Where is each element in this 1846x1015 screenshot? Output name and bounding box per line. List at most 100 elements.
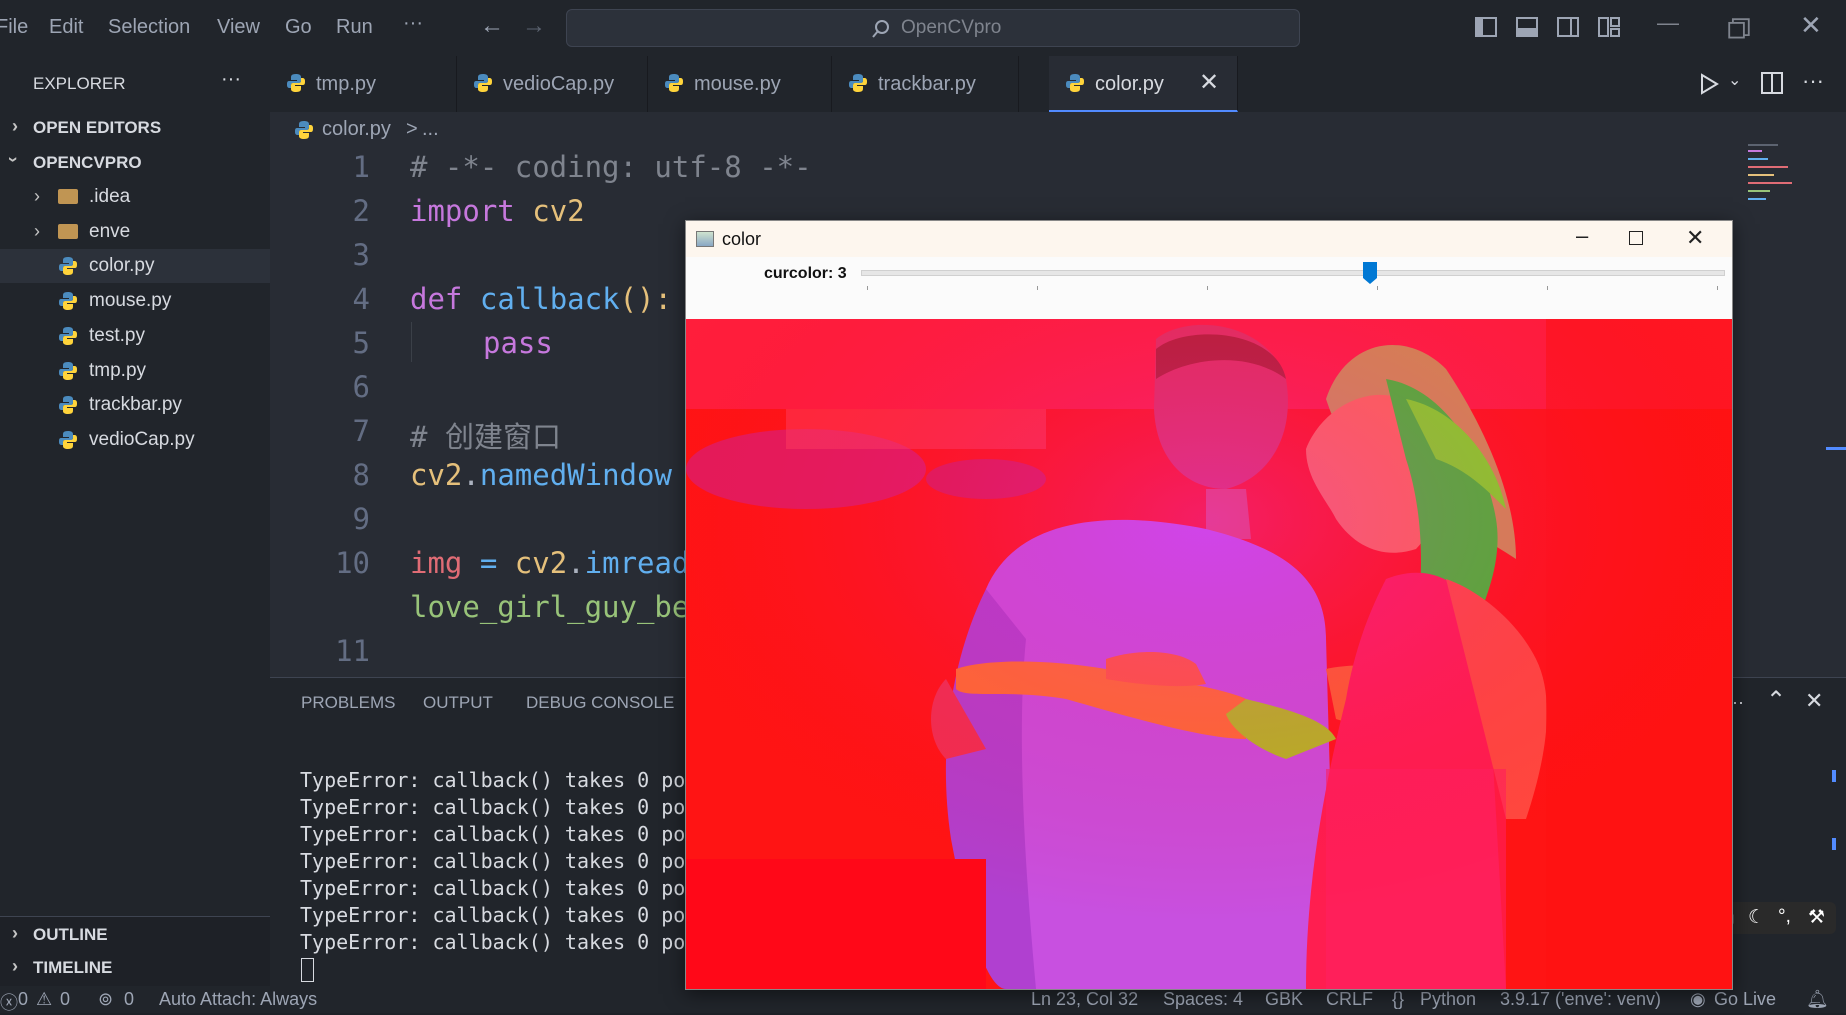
menu-selection[interactable]: Selection	[108, 16, 190, 39]
more-actions-icon[interactable]: ···	[1802, 68, 1824, 94]
opencv-title-bar[interactable]: color – ✕	[686, 221, 1732, 257]
code-token: #	[410, 420, 428, 454]
tab-label: vedioCap.py	[503, 73, 615, 95]
go-live[interactable]: Go Live	[1714, 989, 1776, 1010]
menu-file[interactable]: File	[0, 16, 28, 39]
trackbar-tick	[1547, 286, 1548, 290]
tab-vediocap-py[interactable]: vedioCap.py	[457, 56, 648, 112]
restore-icon[interactable]	[1728, 18, 1750, 40]
chevron-down-icon[interactable]: ⌄	[1728, 70, 1741, 90]
line-number: 9	[352, 502, 370, 536]
tab-output[interactable]: OUTPUT	[423, 693, 493, 713]
menu-edit[interactable]: Edit	[49, 16, 83, 39]
tree-item-label: mouse.py	[89, 290, 172, 311]
tree-item-idea[interactable]: › .idea	[0, 180, 270, 214]
tree-item-vediocap-py[interactable]: vedioCap.py	[0, 423, 270, 457]
forward-arrow-icon[interactable]: →	[522, 12, 546, 40]
code-line-2: import cv2	[410, 194, 585, 228]
project-section[interactable]: › OPENCVPRO	[0, 145, 270, 179]
auto-attach[interactable]: Auto Attach: Always	[159, 989, 317, 1010]
close-window-icon[interactable]: ✕	[1800, 10, 1822, 41]
line-ending[interactable]: CRLF	[1326, 989, 1373, 1010]
indent-guide	[411, 322, 412, 362]
tab-problems[interactable]: PROBLEMS	[301, 693, 395, 713]
minimize-icon[interactable]: —	[1657, 10, 1679, 36]
tab-mouse-py[interactable]: mouse.py	[648, 56, 832, 112]
warning-icon[interactable]: ⚠	[36, 989, 52, 1010]
tree-item-test-py[interactable]: test.py	[0, 319, 270, 353]
cursor-position[interactable]: Ln 23, Col 32	[1031, 989, 1138, 1010]
tree-item-trackbar-py[interactable]: trackbar.py	[0, 388, 270, 422]
ports-icon[interactable]: ⊚	[98, 989, 113, 1010]
toggle-sidebar-icon[interactable]	[1475, 16, 1497, 38]
moon-icon[interactable]: ☾	[1748, 906, 1765, 929]
close-tab-icon[interactable]: ✕	[1199, 68, 1219, 97]
python-file-icon	[1066, 74, 1084, 92]
minimap[interactable]	[1748, 144, 1798, 204]
errors-icon[interactable]: ⓧ	[0, 989, 18, 1015]
python-file-icon	[665, 74, 683, 92]
tree-item-enve[interactable]: › enve	[0, 215, 270, 249]
python-file-icon	[59, 292, 77, 310]
status-bar: ⓧ 0 ⚠ 0 ⊚ 0 Auto Attach: Always Ln 23, C…	[0, 986, 1846, 1013]
back-arrow-icon[interactable]: ←	[480, 12, 504, 40]
tree-item-color-py[interactable]: color.py	[0, 249, 270, 283]
chevron-right-icon: ›	[12, 956, 18, 976]
outline-section[interactable]: › OUTLINE	[0, 916, 270, 951]
wrench-icon[interactable]: ⚒	[1808, 906, 1825, 929]
menu-view[interactable]: View	[217, 16, 260, 39]
language-mode[interactable]: Python	[1420, 989, 1476, 1010]
chevron-right-icon: ›	[34, 221, 40, 241]
chevron-right-icon: ›	[12, 116, 18, 136]
title-bar: File Edit Selection View Go Run ··· ← → …	[0, 0, 1846, 56]
customize-layout-icon[interactable]	[1598, 16, 1620, 38]
tree-item-label: vedioCap.py	[89, 429, 195, 450]
close-icon[interactable]: ✕	[1686, 225, 1704, 251]
error-count[interactable]: 0	[18, 989, 28, 1010]
breadcrumb-symbol[interactable]: ...	[422, 118, 439, 141]
chevron-right-icon: ›	[12, 923, 18, 943]
maximize-panel-icon[interactable]: ⌃	[1766, 686, 1786, 715]
open-editors-section[interactable]: › OPEN EDITORS	[0, 110, 270, 144]
python-file-icon	[59, 257, 77, 275]
command-center-search[interactable]: OpenCVpro	[566, 9, 1300, 47]
menu-go[interactable]: Go	[285, 16, 312, 39]
toggle-secondary-sidebar-icon[interactable]	[1557, 16, 1579, 38]
indentation[interactable]: Spaces: 4	[1163, 989, 1243, 1010]
python-file-icon	[474, 74, 492, 92]
explorer-more-icon[interactable]: ···	[221, 68, 241, 91]
bell-icon[interactable]: 🔔︎	[1806, 989, 1829, 1010]
menu-run[interactable]: Run	[336, 16, 373, 39]
ports-count[interactable]: 0	[124, 989, 134, 1010]
timeline-section[interactable]: › TIMELINE	[0, 950, 270, 984]
tree-item-tmp-py[interactable]: tmp.py	[0, 354, 270, 388]
tab-tmp-py[interactable]: tmp.py	[270, 56, 457, 112]
opencv-window[interactable]: color – ✕ curcolor: 3	[685, 220, 1733, 990]
split-editor-icon[interactable]	[1761, 72, 1783, 94]
python-interpreter[interactable]: 3.9.17 ('enve': venv)	[1500, 989, 1661, 1010]
line-number: 6	[352, 370, 370, 404]
python-file-icon	[59, 362, 77, 380]
trackbar-groove[interactable]	[861, 270, 1725, 276]
tree-item-mouse-py[interactable]: mouse.py	[0, 284, 270, 318]
python-file-icon	[59, 396, 77, 414]
run-icon[interactable]	[1698, 72, 1720, 96]
tab-label: tmp.py	[316, 73, 377, 95]
menu-more[interactable]: ···	[403, 12, 423, 35]
punctuation-icon[interactable]: °,	[1778, 906, 1791, 928]
warning-count[interactable]: 0	[60, 989, 70, 1010]
python-file-icon	[849, 74, 867, 92]
toggle-panel-icon[interactable]	[1516, 16, 1538, 38]
tab-debug-console[interactable]: DEBUG CONSOLE	[526, 693, 674, 713]
close-panel-icon[interactable]: ✕	[1805, 688, 1823, 714]
breadcrumb-file[interactable]: color.py	[322, 118, 391, 141]
encoding[interactable]: GBK	[1265, 989, 1303, 1010]
maximize-icon[interactable]	[1629, 231, 1643, 245]
code-token: def	[410, 282, 463, 316]
trackbar-thumb[interactable]	[1362, 262, 1377, 284]
code-token: namedWindow	[479, 458, 672, 492]
tab-trackbar-py[interactable]: trackbar.py	[832, 56, 1019, 112]
line-number: 3	[352, 238, 370, 272]
minimize-icon[interactable]: –	[1576, 223, 1588, 249]
tab-color-py[interactable]: color.py ✕	[1049, 56, 1238, 112]
